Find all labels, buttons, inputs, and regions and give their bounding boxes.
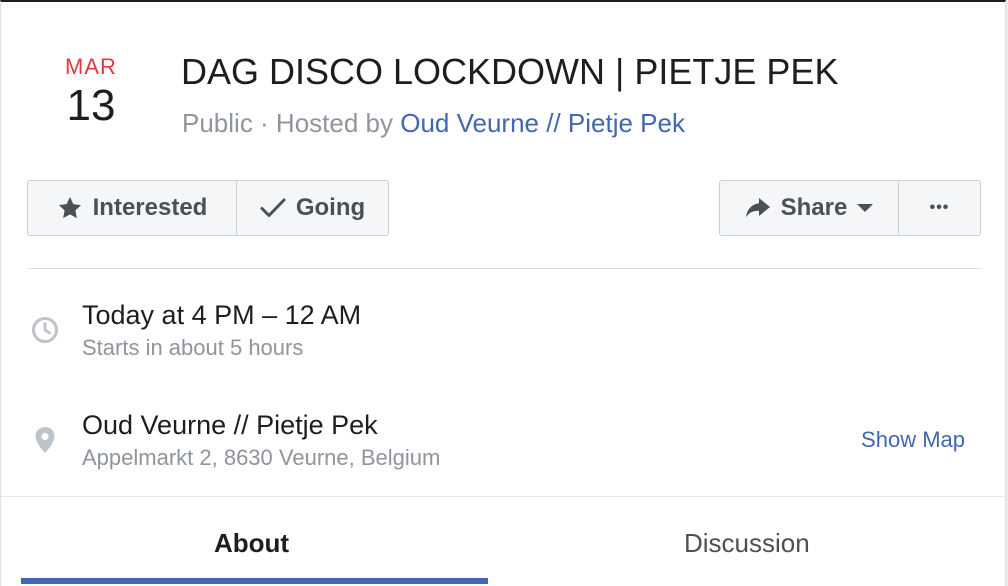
rsvp-button-group: Interested Going [27, 180, 389, 236]
host-link[interactable]: Oud Veurne // Pietje Pek [400, 108, 685, 138]
event-day: 13 [66, 81, 116, 130]
share-button-group: Share ••• [719, 180, 981, 236]
star-icon [57, 195, 83, 221]
event-month: MAR [65, 54, 117, 79]
location-pin-icon [31, 426, 59, 454]
interested-button[interactable]: Interested [28, 181, 236, 235]
event-card: MAR 13 DAG DISCO LOCKDOWN | PIETJE PEK P… [0, 0, 1006, 586]
going-button[interactable]: Going [236, 181, 388, 235]
tabs-divider [1, 496, 1005, 497]
clock-icon [31, 316, 59, 344]
event-venue[interactable]: Oud Veurne // Pietje Pek [82, 408, 378, 442]
tab-about[interactable]: About [214, 526, 289, 560]
checkmark-icon [260, 197, 286, 219]
event-title: DAG DISCO LOCKDOWN | PIETJE PEK [181, 51, 839, 92]
event-time-relative: Starts in about 5 hours [82, 335, 304, 360]
caret-down-icon [857, 203, 874, 213]
event-meta: Public · Hosted by Oud Veurne // Pietje … [182, 106, 685, 140]
going-label: Going [295, 194, 366, 221]
share-arrow-icon [745, 197, 771, 219]
event-date: MAR 13 [41, 54, 141, 130]
section-divider [29, 268, 981, 269]
hosted-by-label: · Hosted by [252, 108, 401, 138]
show-map-link[interactable]: Show Map [861, 426, 965, 454]
tab-discussion[interactable]: Discussion [684, 526, 810, 560]
event-privacy: Public [182, 108, 253, 138]
more-options-icon: ••• [929, 199, 950, 216]
event-time: Today at 4 PM – 12 AM [82, 300, 362, 330]
interested-label: Interested [92, 194, 208, 221]
share-label: Share [780, 194, 848, 221]
share-button[interactable]: Share [720, 181, 898, 235]
more-options-button[interactable]: ••• [898, 181, 980, 235]
active-tab-indicator [21, 578, 488, 584]
event-address: Appelmarkt 2, 8630 Veurne, Belgium [82, 445, 441, 470]
